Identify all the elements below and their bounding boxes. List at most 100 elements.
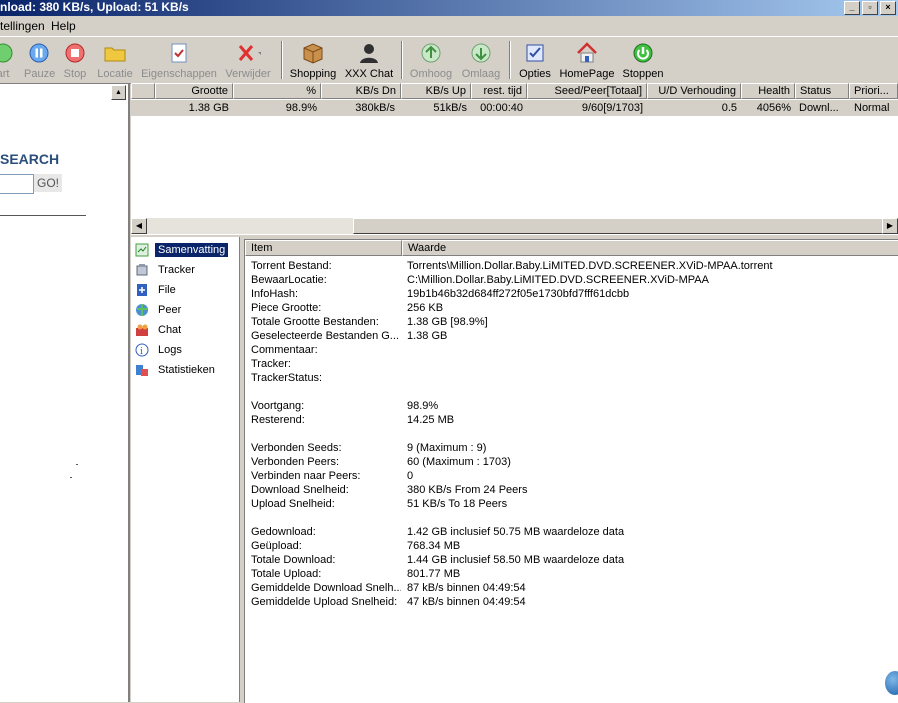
properties-label: Eigenschappen [141,68,217,80]
go-button[interactable]: GO! [34,174,62,192]
cell-ratio: 0.5 [721,102,737,114]
column-header-up-speed[interactable]: KB/s Up [401,83,471,99]
table-row[interactable]: 1.38 GB 98.9% 380kB/s 51kB/s 00:00:40 9/… [131,100,898,116]
detail-value: 1.44 GB inclusief 58.50 MB waardeloze da… [407,554,625,566]
detail-key: Upload Snelheid: [251,498,335,510]
quit-button[interactable]: Stoppen [621,40,665,80]
box-icon [300,40,326,66]
delete-icon [235,40,261,66]
pause-button[interactable]: Pauze [24,40,56,80]
stop-label: Stop [63,68,87,80]
column-header-priority[interactable]: Priori... [849,83,898,99]
cell-status: Downl... [799,102,839,114]
detail-value: 768.34 MB [407,540,461,552]
scroll-left-button[interactable]: ◀ [131,218,147,234]
detail-value: 801.77 MB [407,568,461,580]
collapse-button[interactable]: ▲ [111,85,126,100]
detail-value: Torrents\Million.Dollar.Baby.LiMITED.DVD… [407,260,773,272]
column-header-percent[interactable]: % [233,83,321,99]
detail-key: Download Snelheid: [251,484,349,496]
detail-key: Gemiddelde Download Snelh... [251,582,401,594]
cell-health: 4056% [756,102,791,114]
up-button[interactable]: Omhoog [409,40,453,80]
nav-item-tracker[interactable]: Tracker [135,261,198,279]
detail-value: 1.42 GB inclusief 50.75 MB waardeloze da… [407,526,625,538]
close-button[interactable]: × [880,1,896,15]
stats-icon [135,363,149,377]
window-title: nload: 380 KB/s, Upload: 51 KB/s [0,0,189,14]
cell-seed-peer: 9/60[9/1703] [581,102,643,114]
detail-key: Torrent Bestand: [251,260,332,272]
scroll-thumb[interactable] [353,218,883,234]
horizontal-scrollbar[interactable]: ◀ ▶ [131,218,898,234]
column-header-down-speed[interactable]: KB/s Dn [321,83,401,99]
start-icon [0,40,16,66]
menu-help[interactable]: Help [51,19,76,33]
location-button[interactable]: Locatie [96,40,134,80]
detail-key: Piece Grootte: [251,302,322,314]
title-bar: nload: 380 KB/s, Upload: 51 KB/s _ ▫ × [0,0,898,16]
column-header-seed-peer[interactable]: Seed/Peer[Totaal] [527,83,647,99]
start-button[interactable]: art [0,40,16,80]
toolbar-separator [281,41,283,79]
xxx-chat-button[interactable]: XXX Chat [344,40,394,80]
logs-icon: i [135,343,149,357]
scroll-right-button[interactable]: ▶ [882,218,898,234]
cell-size: 1.38 GB [188,102,229,114]
column-header-size[interactable]: Grootte [155,83,233,99]
detail-key: Totale Download: [251,554,336,566]
column-header-status[interactable]: Status [795,83,849,99]
column-header-value[interactable]: Waarde [402,240,898,256]
nav-label: Logs [158,344,182,356]
column-header-item[interactable]: Item [245,240,402,256]
details-panel: Item Waarde Torrent Bestand: Torrents\Mil… [244,239,898,703]
nav-item-summary[interactable]: Samenvatting [135,241,229,259]
menu-bar: tellingen Help [0,16,898,37]
triangle-left-icon: ◀ [135,221,143,230]
menu-settings[interactable]: tellingen [0,19,45,33]
nav-label: Chat [158,324,182,336]
shopping-button[interactable]: Shopping [289,40,337,80]
down-label: Omlaag [461,68,501,80]
maximize-button[interactable]: ▫ [862,1,878,15]
home-icon [574,40,600,66]
cell-priority: Normal [854,102,890,114]
xxx-chat-label: XXX Chat [344,68,394,80]
stop-button[interactable]: Stop [61,40,89,80]
column-header-ratio[interactable]: U/D Verhouding [647,83,741,99]
column-header-remaining[interactable]: rest. tijd [471,83,527,99]
chat-user-icon [356,40,382,66]
folder-icon [102,40,128,66]
tracker-icon [135,263,149,277]
search-input[interactable] [0,174,34,194]
nav-item-stats[interactable]: Statistieken [135,361,218,379]
cell-down-speed: 380kB/s [355,102,395,114]
column-header-health[interactable]: Health [741,83,795,99]
detail-value: 256 KB [407,302,444,314]
nav-label: Samenvatting [155,243,229,257]
nav-item-chat[interactable]: Chat [135,321,184,339]
detail-value: 51 KB/s To 18 Peers [407,498,508,510]
arrow-up-icon [418,40,444,66]
triangle-right-icon: ▶ [886,221,894,230]
detail-value: 0 [407,470,414,482]
detail-key: Verbinden naar Peers: [251,470,361,482]
nav-item-file[interactable]: File [135,281,179,299]
options-label: Opties [519,68,551,80]
delete-button[interactable]: Verwijder [222,40,274,80]
homepage-button[interactable]: HomePage [559,40,615,80]
triangle-up-icon: ▲ [115,89,122,96]
pause-label: Pauze [24,68,56,80]
detail-value: 60 (Maximum : 1703) [407,456,511,468]
minimize-button[interactable]: _ [844,1,860,15]
down-button[interactable]: Omlaag [459,40,503,80]
detail-value: 1.38 GB [407,330,448,342]
column-header-blank[interactable] [131,83,155,99]
properties-button[interactable]: Eigenschappen [141,40,217,80]
options-button[interactable]: Opties [516,40,554,80]
nav-item-peer[interactable]: Peer [135,301,184,319]
power-icon [630,40,656,66]
pause-icon [26,40,52,66]
nav-item-logs[interactable]: i Logs [135,341,185,359]
detail-value: 19b1b46b32d684ff272f05e1730bfd7fff61dcbb [407,288,630,300]
